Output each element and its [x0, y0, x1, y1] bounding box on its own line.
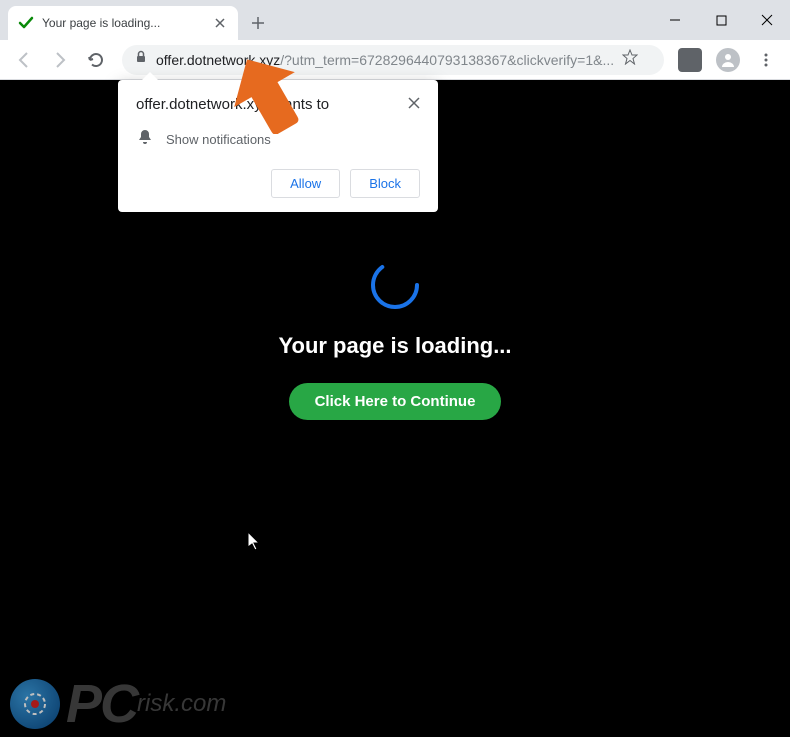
window-titlebar: Your page is loading...: [0, 0, 790, 40]
new-tab-button[interactable]: [244, 9, 272, 37]
tab-title: Your page is loading...: [42, 16, 212, 30]
annotation-arrow-icon: [232, 54, 302, 139]
window-controls: [652, 0, 790, 40]
watermark-badge-icon: [10, 679, 60, 729]
tab-favicon-check-icon: [18, 15, 34, 31]
tab-close-icon[interactable]: [212, 15, 228, 31]
address-bar[interactable]: offer.dotnetwork.xyz/?utm_term=672829644…: [122, 45, 664, 75]
menu-button[interactable]: [750, 44, 782, 76]
maximize-button[interactable]: [698, 0, 744, 40]
profile-avatar-icon[interactable]: [716, 48, 740, 72]
watermark: PC risk.com: [10, 677, 226, 731]
mouse-cursor-icon: [248, 532, 264, 557]
lock-icon: [134, 50, 148, 69]
bell-icon: [136, 128, 154, 151]
forward-button[interactable]: [44, 44, 76, 76]
reload-button[interactable]: [80, 44, 112, 76]
loading-heading: Your page is loading...: [278, 333, 511, 359]
block-button[interactable]: Block: [350, 169, 420, 198]
allow-button[interactable]: Allow: [271, 169, 340, 198]
browser-tab[interactable]: Your page is loading...: [8, 6, 238, 40]
watermark-suffix: risk.com: [137, 690, 226, 718]
bookmark-star-icon[interactable]: [622, 49, 638, 70]
extension-icon[interactable]: [678, 48, 702, 72]
watermark-prefix: PC: [66, 677, 137, 731]
url-text: offer.dotnetwork.xyz/?utm_term=672829644…: [156, 52, 614, 68]
close-window-button[interactable]: [744, 0, 790, 40]
loading-spinner-icon: [367, 257, 423, 313]
minimize-button[interactable]: [652, 0, 698, 40]
back-button[interactable]: [8, 44, 40, 76]
browser-toolbar: offer.dotnetwork.xyz/?utm_term=672829644…: [0, 40, 790, 80]
url-path: /?utm_term=6728296440793138367&clickveri…: [280, 52, 614, 68]
notification-close-icon[interactable]: [408, 96, 420, 114]
continue-button[interactable]: Click Here to Continue: [289, 383, 502, 420]
